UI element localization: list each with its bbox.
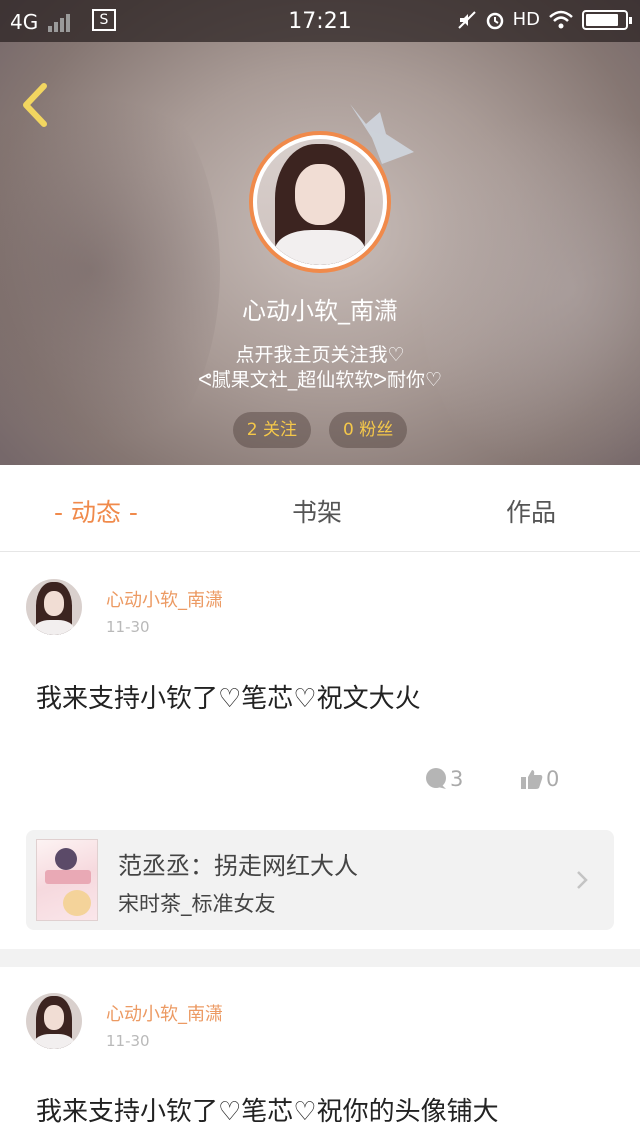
tab-bookshelf[interactable]: 书架 bbox=[292, 493, 342, 529]
followers-count[interactable]: 0 粉丝 bbox=[329, 412, 408, 448]
like-count: 0 bbox=[546, 767, 560, 791]
comment-icon bbox=[426, 768, 446, 789]
alarm-icon bbox=[486, 12, 503, 29]
post-date: 11-30 bbox=[106, 1032, 150, 1050]
post-text: 我来支持小钦了♡笔芯♡祝你的头像铺大 bbox=[36, 1097, 499, 1127]
comment-button[interactable]: 3 bbox=[424, 767, 463, 791]
chevron-right-icon bbox=[577, 871, 588, 889]
post-author[interactable]: 心动小软_南潇 bbox=[106, 1000, 223, 1026]
profile-tabs: - 动态 - 书架 作品 bbox=[0, 466, 640, 552]
back-arrow-icon[interactable] bbox=[14, 80, 58, 130]
post-date: 11-30 bbox=[106, 618, 150, 636]
tab-activity[interactable]: - 动态 - bbox=[54, 493, 138, 529]
book-author: 宋时茶_标准女友 bbox=[118, 892, 276, 916]
post-author[interactable]: 心动小软_南潇 bbox=[106, 586, 223, 612]
profile-header: 4G S 17:21 HD 心动小软_南潇 点开我主页关注我♡ ᕙ腻果文社_超仙… bbox=[0, 0, 640, 465]
avatar-photo bbox=[257, 139, 383, 265]
hd-indicator: HD bbox=[512, 9, 540, 30]
mute-icon bbox=[457, 10, 476, 29]
book-card[interactable]: 范丞丞：拐走网红大人 宋时茶_标准女友 bbox=[26, 830, 614, 930]
status-bar: 4G S 17:21 HD bbox=[0, 0, 640, 42]
book-cover-image bbox=[36, 839, 98, 921]
profile-avatar[interactable] bbox=[249, 131, 391, 273]
following-count[interactable]: 2 关注 bbox=[232, 412, 311, 448]
comment-count: 3 bbox=[450, 767, 464, 791]
thumbs-up-icon bbox=[521, 770, 543, 789]
bio-line: ᕙ腻果文社_超仙软软ᕗ耐你♡ bbox=[197, 369, 443, 391]
book-title: 范丞丞：拐走网红大人 bbox=[118, 852, 358, 880]
profile-bio: 点开我主页关注我♡ ᕙ腻果文社_超仙软软ᕗ耐你♡ bbox=[0, 343, 640, 393]
status-icons: HD bbox=[457, 9, 632, 30]
bio-line: 点开我主页关注我♡ bbox=[235, 344, 405, 366]
avatar[interactable] bbox=[26, 993, 82, 1049]
tab-works[interactable]: 作品 bbox=[506, 493, 556, 529]
header-background-highlight bbox=[420, 80, 640, 465]
post-item: 心动小软_南潇 11-30 我来支持小钦了♡笔芯♡祝你的头像铺大 bbox=[0, 967, 640, 1138]
section-divider bbox=[0, 949, 640, 967]
profile-username: 心动小软_南潇 bbox=[242, 297, 398, 325]
wifi-icon bbox=[549, 10, 573, 28]
like-button[interactable]: 0 bbox=[520, 767, 559, 791]
post-item: 心动小软_南潇 11-30 我来支持小钦了♡笔芯♡祝文大火 3 0 范丞丞：拐走… bbox=[0, 553, 640, 949]
battery-icon bbox=[582, 9, 632, 30]
post-text: 我来支持小钦了♡笔芯♡祝文大火 bbox=[36, 684, 421, 714]
profile-stats: 2 关注 0 粉丝 bbox=[0, 412, 640, 448]
avatar[interactable] bbox=[26, 579, 82, 635]
